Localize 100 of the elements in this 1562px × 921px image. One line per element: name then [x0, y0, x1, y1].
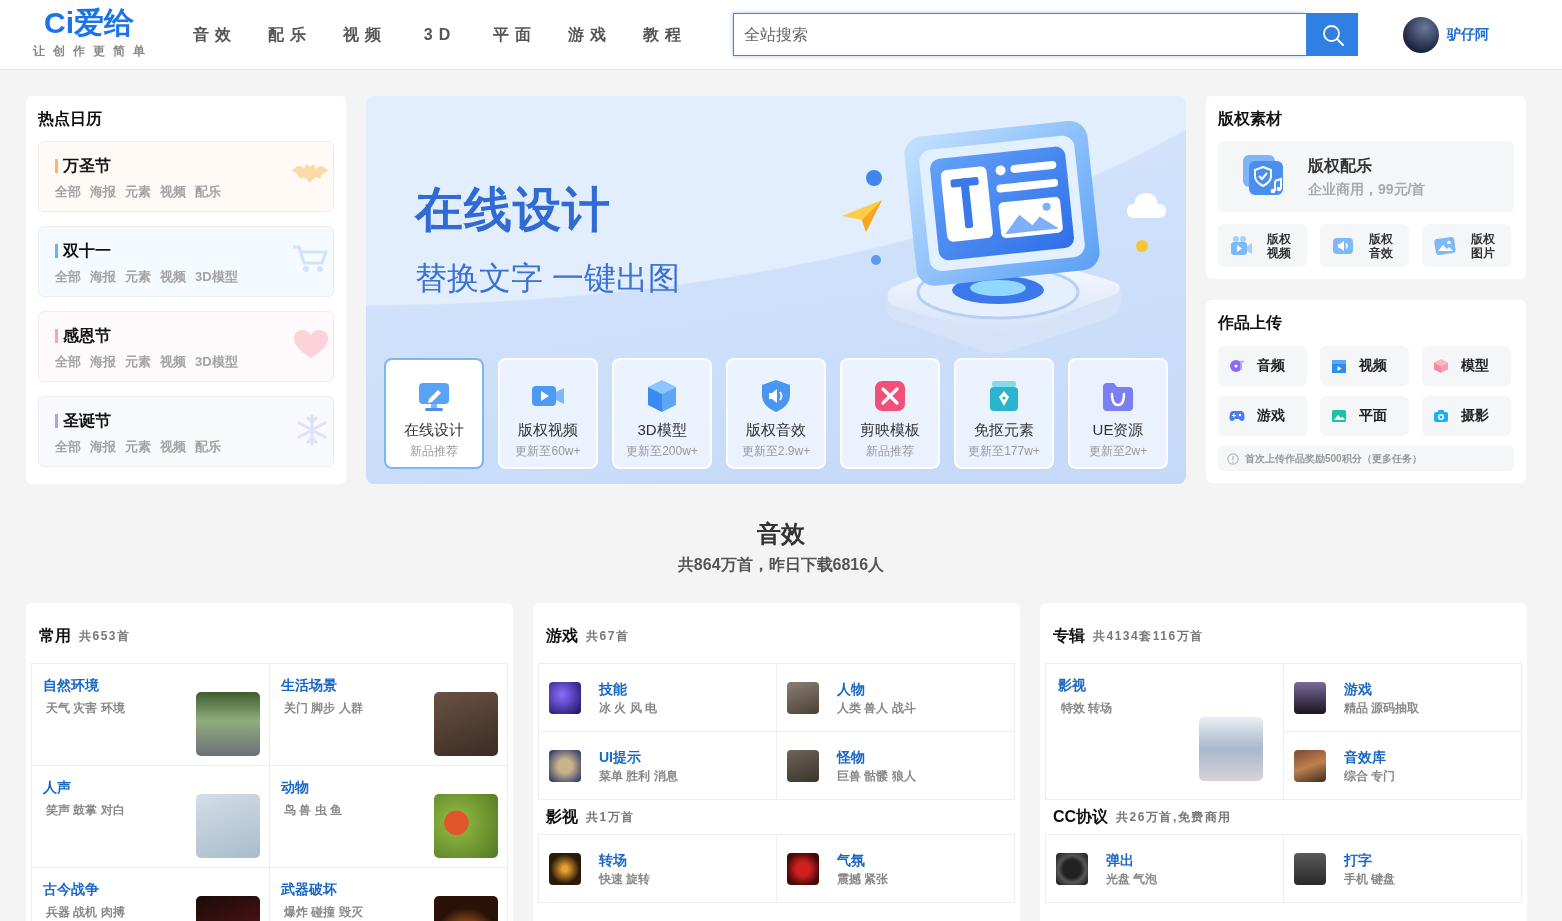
category-link[interactable]: 气氛: [837, 850, 865, 870]
category-link[interactable]: 人物: [837, 679, 865, 699]
photo-placeholder: [549, 749, 581, 782]
category-cell[interactable]: 音效库 综合 专门: [1284, 732, 1522, 800]
event-title: 双十一: [63, 241, 111, 261]
tag-text: 巨兽 骷髅 狼人: [837, 768, 916, 784]
feature-title: 版权配乐: [1308, 155, 1373, 176]
category-link[interactable]: 影视: [1058, 675, 1086, 695]
tag-text: 菜单 胜利 消息: [599, 768, 678, 784]
tag-text: 光盘 气泡: [1106, 871, 1158, 887]
category-card[interactable]: 剪映模板 新品推荐: [840, 358, 940, 469]
category-cell[interactable]: 弹出 光盘 气泡: [1046, 835, 1284, 903]
upload-tile-button[interactable]: 音频: [1218, 346, 1307, 386]
event-title: 圣诞节: [63, 411, 111, 431]
category-cell[interactable]: 自然环境 天气 灾害 环境: [32, 664, 270, 766]
user-avatar[interactable]: [1403, 16, 1439, 53]
category-cell[interactable]: 动物 鸟 兽 虫 鱼: [270, 766, 508, 868]
category-card[interactable]: 在线设计 新品推荐: [384, 358, 484, 469]
photo-placeholder: [434, 794, 498, 858]
bubble-icon: [871, 255, 881, 265]
category-card[interactable]: 3D模型 更新至200w+: [612, 358, 712, 469]
category-cell[interactable]: 人物 人类 兽人 战斗: [777, 664, 1015, 732]
category-cell[interactable]: 武器破坏 爆炸 碰撞 毁灭: [270, 868, 508, 921]
tip-text: 首次上传作品奖励500积分（更多任务）: [1245, 451, 1422, 466]
gamepad-icon: [1229, 408, 1245, 424]
photo-placeholder: [1294, 749, 1326, 782]
search-field[interactable]: 全站搜索: [733, 13, 1307, 56]
nav-link[interactable]: 教程: [640, 23, 690, 46]
card-title: 3D模型: [637, 420, 687, 440]
category-link[interactable]: 技能: [599, 679, 627, 699]
tag-text: 精品 源码抽取: [1344, 700, 1420, 716]
card-note: 更新至2.9w+: [741, 443, 811, 459]
category-link[interactable]: 转场: [599, 850, 627, 870]
category-card[interactable]: 免抠元素 更新至177w+: [954, 358, 1054, 469]
category-cell[interactable]: 游戏 精品 源码抽取: [1284, 664, 1522, 732]
tag-text: 特效 转场: [1060, 700, 1113, 716]
category-link[interactable]: 动物: [281, 777, 309, 797]
camera-icon: [1433, 408, 1449, 424]
category-link[interactable]: UI提示: [599, 747, 641, 767]
category-cell[interactable]: 生活场景 关门 脚步 人群: [270, 664, 508, 766]
tag-text: 震撼 紧张: [837, 871, 889, 887]
category-link[interactable]: 古今战争: [43, 879, 99, 899]
category-link[interactable]: 弹出: [1106, 850, 1134, 870]
copyright-tile-button[interactable]: 版权视频: [1218, 224, 1307, 267]
upload-tile-button[interactable]: 视频: [1320, 346, 1409, 386]
group-title: 常用: [39, 625, 71, 646]
feature-banner[interactable]: 版权配乐 企业商用，99元/首: [1218, 141, 1514, 212]
upload-tile-button[interactable]: 模型: [1422, 346, 1511, 386]
category-card[interactable]: 版权音效 更新至2.9w+: [726, 358, 826, 469]
nav-link[interactable]: 配乐: [265, 23, 315, 46]
cube-icon: [1433, 358, 1449, 374]
category-link[interactable]: 怪物: [837, 747, 865, 767]
group-count: 共653首: [79, 627, 131, 645]
card-note: 新品推荐: [866, 443, 914, 459]
category-link[interactable]: 生活场景: [281, 675, 337, 695]
photo-placeholder: [1294, 681, 1326, 714]
category-link[interactable]: 人声: [43, 777, 71, 797]
category-card[interactable]: UE资源 更新至2w+: [1068, 358, 1168, 469]
tag-text: 笑声 鼓掌 对白: [45, 802, 125, 818]
bubble-icon: [866, 170, 882, 186]
category-cell[interactable]: 怪物 巨兽 骷髅 狼人: [777, 732, 1015, 800]
copyright-tile-button[interactable]: 版权音效: [1320, 224, 1409, 267]
card-title: 版权音效: [746, 420, 806, 440]
upload-tile-button[interactable]: 游戏: [1218, 396, 1307, 436]
group-count: 共1万首: [586, 808, 635, 826]
category-link[interactable]: 音效库: [1344, 747, 1386, 767]
category-cell[interactable]: 气氛 震撼 紧张: [777, 835, 1015, 903]
banner-title: 在线设计: [415, 182, 612, 238]
photo-placeholder: [1294, 852, 1326, 885]
tag-text: 关门 脚步 人群: [283, 700, 363, 716]
tag-text: 人类 兽人 战斗: [837, 700, 916, 716]
logo-text[interactable]: Ci爱给: [44, 6, 134, 39]
nav-link[interactable]: 视频: [340, 23, 390, 46]
category-cell[interactable]: 打字 手机 键盘: [1284, 835, 1522, 903]
category-cell[interactable]: 人声 笑声 鼓掌 对白: [32, 766, 270, 868]
category-cell[interactable]: 转场 快速 旋转: [539, 835, 777, 903]
event-title: 感恩节: [63, 326, 111, 346]
category-card[interactable]: 版权视频 更新至60w+: [498, 358, 598, 469]
nav-link[interactable]: 平面: [490, 23, 540, 46]
search-button[interactable]: [1307, 13, 1358, 56]
nav-link[interactable]: 游戏: [565, 23, 615, 46]
username-link[interactable]: 驴仔阿: [1447, 25, 1489, 44]
category-cell[interactable]: 古今战争 兵器 战机 肉搏: [32, 868, 270, 921]
nav-link[interactable]: 音效: [190, 23, 240, 46]
category-cell[interactable]: 技能 冰 火 风 电: [539, 664, 777, 732]
category-link[interactable]: 自然环境: [43, 675, 99, 695]
heart-icon: [293, 329, 329, 359]
category-cell[interactable]: UI提示 菜单 胜利 消息: [539, 732, 777, 800]
upload-tile-button[interactable]: 摄影: [1422, 396, 1511, 436]
category-cell[interactable]: 影视 特效 转场: [1046, 664, 1284, 800]
category-link[interactable]: 游戏: [1344, 679, 1372, 699]
photo-placeholder: [787, 852, 819, 885]
upload-tile-button[interactable]: 平面: [1320, 396, 1409, 436]
video-camera-icon: [1229, 233, 1253, 258]
photo-placeholder: [1056, 852, 1088, 885]
card-title: 剪映模板: [860, 420, 920, 440]
category-link[interactable]: 打字: [1344, 850, 1372, 870]
category-link[interactable]: 武器破坏: [281, 879, 337, 899]
copyright-tile-button[interactable]: 版权图片: [1422, 224, 1511, 267]
nav-link[interactable]: 3D: [415, 23, 465, 46]
